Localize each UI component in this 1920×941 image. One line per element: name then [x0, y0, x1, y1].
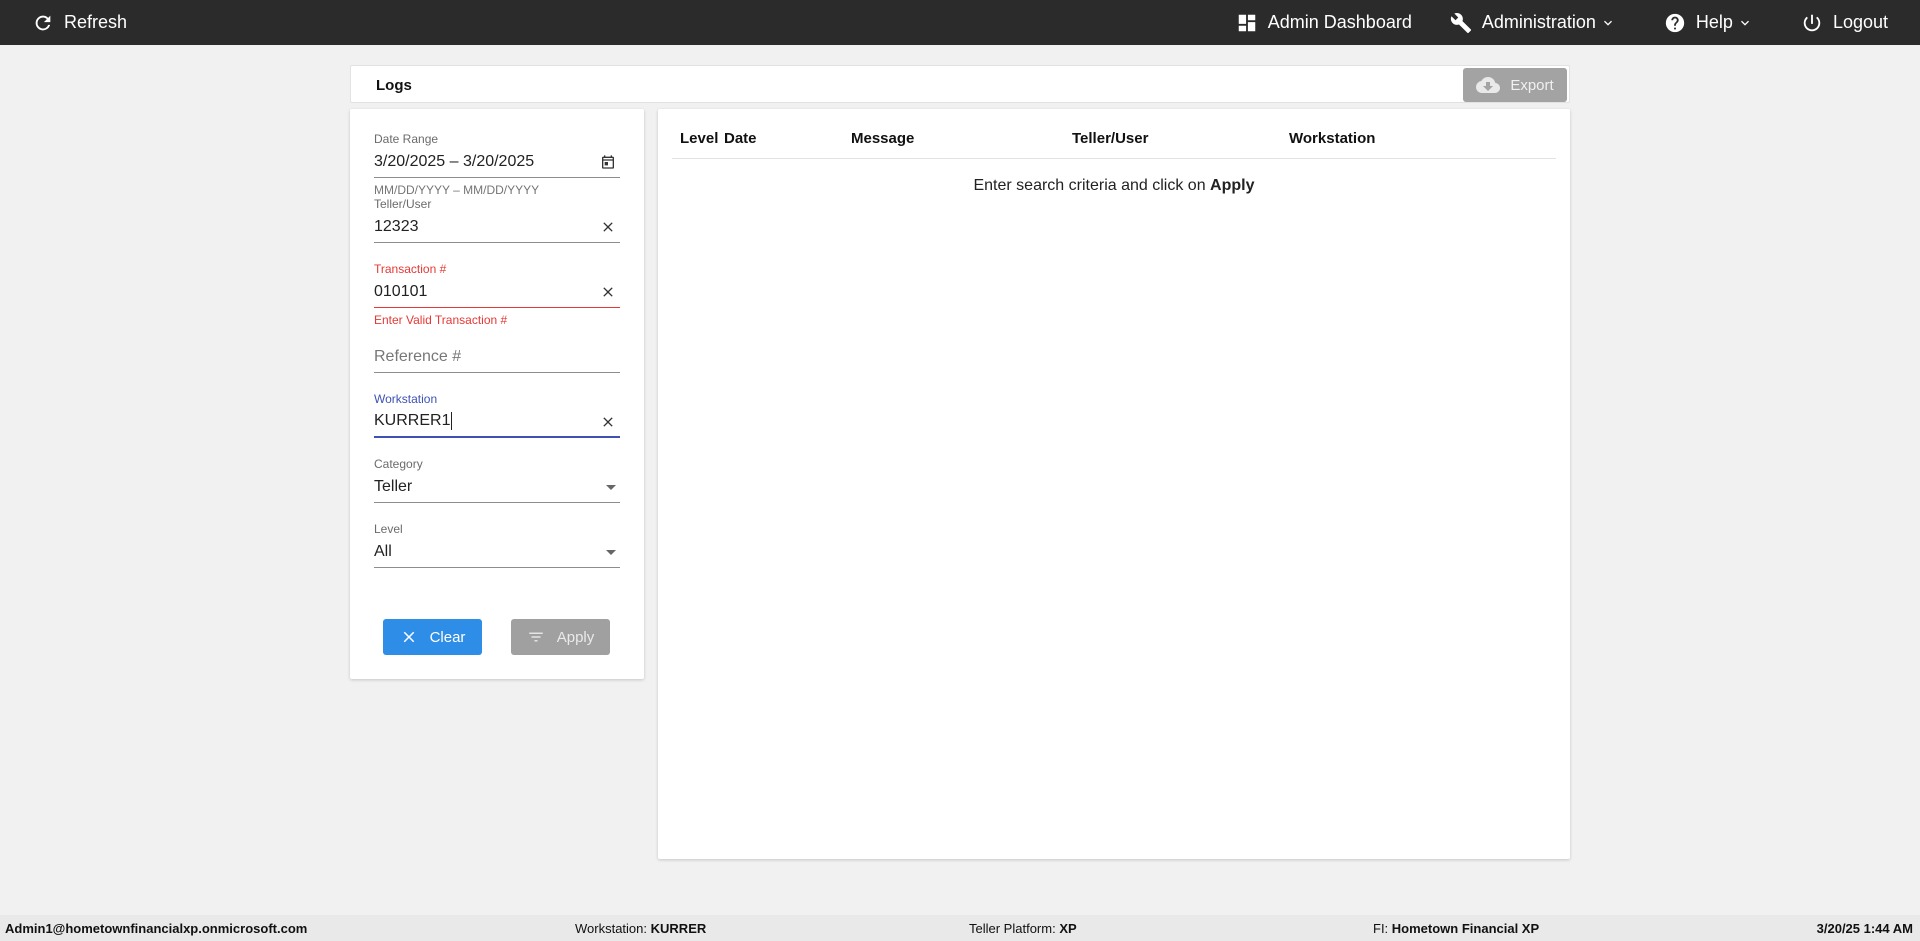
column-header-message[interactable]: Message: [851, 130, 914, 147]
filter-panel: Date Range 3/20/2025 – 3/20/2025 MM/DD/Y…: [350, 109, 644, 679]
reference-field: Reference #: [374, 327, 620, 373]
category-select[interactable]: Teller: [374, 471, 620, 503]
empty-state-apply: Apply: [1210, 177, 1255, 194]
status-platform: Teller Platform: XP: [969, 921, 1077, 936]
export-button[interactable]: Export: [1463, 68, 1567, 102]
logs-header: Logs Export: [350, 65, 1570, 103]
transaction-label: Transaction #: [374, 262, 447, 276]
cloud-download-icon: [1476, 77, 1501, 93]
chevron-down-icon: [1603, 20, 1612, 26]
workstation-input[interactable]: KURRER1: [374, 406, 620, 438]
help-label: Help: [1695, 12, 1733, 32]
level-field: Level All: [374, 522, 620, 568]
clear-label: Clear: [429, 628, 466, 646]
clear-transaction-icon[interactable]: [600, 284, 616, 300]
teller-user-value: 12323: [374, 217, 419, 235]
date-range-value: 3/20/2025 – 3/20/2025: [374, 152, 535, 170]
calendar-icon[interactable]: [600, 154, 616, 170]
refresh-label: Refresh: [64, 12, 128, 32]
empty-state-message: Enter search criteria and click on Apply: [658, 177, 1570, 195]
teller-user-field: Teller/User 12323: [374, 197, 620, 243]
logout-label: Logout: [1832, 12, 1888, 32]
export-label: Export: [1510, 76, 1554, 94]
status-datetime: 3/20/25 1:44 AM: [1816, 921, 1913, 936]
column-header-teller-user[interactable]: Teller/User: [1072, 130, 1148, 147]
empty-state-text: Enter search criteria and click on: [973, 177, 1206, 194]
text-cursor: [451, 412, 453, 430]
column-header-level[interactable]: Level: [680, 130, 718, 147]
workstation-label: Workstation: [374, 392, 438, 406]
help-icon: [1665, 13, 1685, 32]
apply-button[interactable]: Apply: [511, 619, 610, 655]
page-title: Logs: [376, 77, 412, 94]
administration-label: Administration: [1481, 12, 1596, 32]
wrench-icon: [1450, 12, 1471, 33]
reference-input[interactable]: Reference #: [374, 341, 620, 373]
status-user: Admin1@hometownfinancialxp.onmicrosoft.c…: [5, 921, 308, 936]
category-field: Category Teller: [374, 457, 620, 503]
clear-button[interactable]: Clear: [383, 619, 482, 655]
dashboard-icon: [1238, 14, 1256, 31]
results-panel: Level Date Message Teller/User Workstati…: [658, 109, 1570, 859]
table-header: Level Date Message Teller/User Workstati…: [672, 109, 1556, 159]
clear-teller-user-icon[interactable]: [600, 219, 616, 235]
clear-workstation-icon[interactable]: [600, 414, 616, 430]
status-bar: Admin1@hometownfinancialxp.onmicrosoft.c…: [0, 915, 1920, 941]
transaction-input[interactable]: 010101: [374, 276, 620, 308]
level-value: All: [374, 542, 392, 560]
refresh-button[interactable]: Refresh: [32, 0, 127, 45]
date-range-input[interactable]: 3/20/2025 – 3/20/2025: [374, 146, 620, 178]
transaction-value: 010101: [374, 282, 428, 300]
apply-label: Apply: [556, 628, 595, 646]
level-label: Level: [374, 522, 403, 536]
help-menu[interactable]: Help: [1664, 0, 1763, 45]
reference-placeholder: Reference #: [374, 347, 462, 365]
admin-dashboard-label: Admin Dashboard: [1267, 12, 1412, 32]
dropdown-arrow-icon: [606, 550, 616, 555]
workstation-value: KURRER1: [374, 412, 451, 429]
top-navigation-bar: Refresh Admin Dashboard Administration H…: [0, 0, 1920, 45]
column-header-date[interactable]: Date: [724, 130, 757, 147]
teller-user-input[interactable]: 12323: [374, 211, 620, 243]
date-range-hint: MM/DD/YYYY – MM/DD/YYYY: [374, 183, 540, 197]
transaction-field: Transaction # 010101 Enter Valid Transac…: [374, 262, 620, 327]
level-select[interactable]: All: [374, 536, 620, 568]
teller-user-label: Teller/User: [374, 197, 432, 211]
category-value: Teller: [374, 477, 413, 495]
chevron-down-icon: [1740, 20, 1749, 26]
date-range-field: Date Range 3/20/2025 – 3/20/2025 MM/DD/Y…: [374, 132, 620, 197]
logout-button[interactable]: Logout: [1801, 0, 1888, 45]
status-fi: FI: Hometown Financial XP: [1373, 921, 1540, 936]
admin-dashboard-link[interactable]: Admin Dashboard: [1236, 0, 1412, 45]
power-icon: [1803, 14, 1821, 31]
category-label: Category: [374, 457, 423, 471]
status-workstation: Workstation: KURRER: [575, 921, 707, 936]
close-icon: [403, 631, 414, 643]
administration-menu[interactable]: Administration: [1450, 0, 1626, 45]
filter-icon: [528, 632, 543, 642]
column-header-workstation[interactable]: Workstation: [1289, 130, 1375, 147]
transaction-error: Enter Valid Transaction #: [374, 313, 508, 327]
date-range-label: Date Range: [374, 132, 439, 146]
workstation-field: Workstation KURRER1: [374, 392, 620, 438]
dropdown-arrow-icon: [606, 485, 616, 490]
refresh-icon: [35, 15, 51, 30]
